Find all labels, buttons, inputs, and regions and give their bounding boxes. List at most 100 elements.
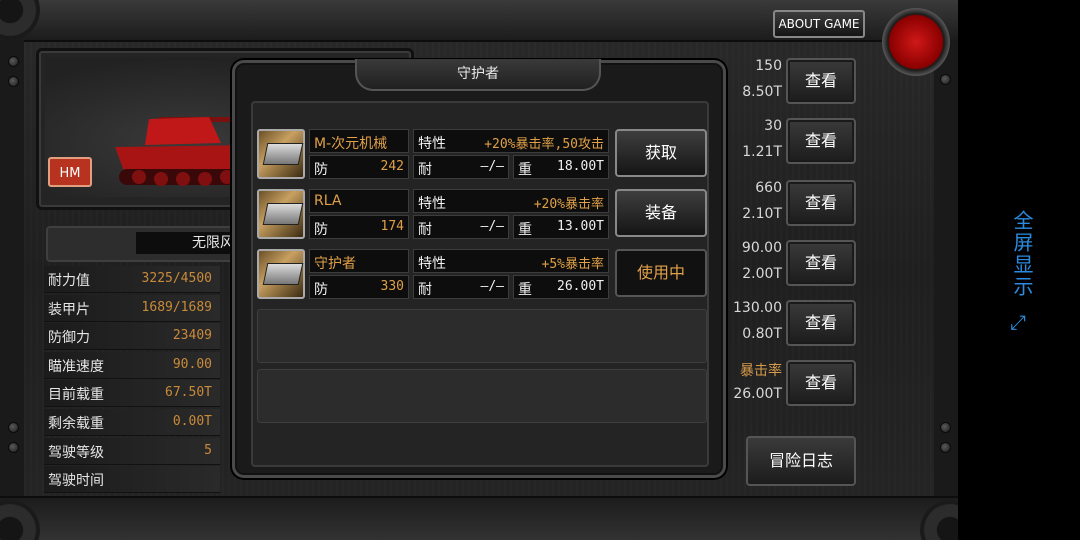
stat-row: 耐力值 3225/4500	[44, 266, 220, 293]
stat-label: 目前载重	[48, 387, 104, 404]
row-value: 130.00	[733, 300, 782, 316]
def-value: 174	[380, 219, 404, 234]
rivet	[8, 56, 19, 67]
dur-label: 耐	[418, 162, 432, 178]
dur-value: —/—	[480, 279, 504, 294]
dur-label: 耐	[418, 222, 432, 238]
stat-label: 耐力值	[48, 273, 90, 289]
fullscreen-label: 全屏显示	[1010, 210, 1034, 298]
stat-value: 67.50T	[165, 385, 212, 401]
item-name-cell: M-次元机械	[309, 129, 409, 153]
empty-slot	[257, 369, 707, 423]
trait-value: +5%暴击率	[541, 257, 604, 272]
stat-value: 5	[204, 442, 212, 458]
def-value: 330	[380, 279, 404, 294]
adventure-log-button[interactable]: 冒险日志	[746, 436, 856, 486]
row-value: 30	[764, 118, 782, 134]
empty-slot	[257, 309, 707, 363]
row-weight: 26.00T	[733, 386, 782, 402]
row-value: 660	[755, 180, 782, 196]
stat-value: 1689/1689	[141, 299, 212, 315]
weight-value: 18.00T	[557, 159, 604, 174]
row-weight: 2.10T	[742, 206, 782, 222]
about-game-button[interactable]: ABOUT GAME	[773, 10, 865, 38]
stat-row: 驾驶时间	[44, 466, 220, 494]
item-trait-cell: 特性 +20%暴击率,50攻击	[413, 129, 609, 153]
item-name-cell: 守护者	[309, 249, 409, 273]
view-button[interactable]: 查看	[786, 300, 856, 346]
item-name: 守护者	[314, 256, 356, 272]
row-weight: 2.00T	[742, 266, 782, 282]
stat-label: 装甲片	[48, 301, 90, 318]
view-button[interactable]: 查看	[786, 360, 856, 406]
modal-title-tab: 守护者	[355, 59, 601, 91]
weight-value: 26.00T	[557, 279, 604, 294]
rivet	[8, 76, 19, 87]
item-name-cell: RLA	[309, 189, 409, 213]
stat-value: 90.00	[172, 356, 212, 372]
trait-label: 特性	[418, 256, 446, 272]
view-button[interactable]: 查看	[786, 118, 856, 164]
weight-value: 13.00T	[557, 219, 604, 234]
row-weight: 1.21T	[742, 144, 782, 160]
item-def-cell: 防 330	[309, 275, 409, 299]
guardian-modal: 守护者 M-次元机械 特性 +20%暴击率,50攻击 防 242 耐 —/— 重 18.…	[232, 59, 726, 478]
item-list: M-次元机械 特性 +20%暴击率,50攻击 防 242 耐 —/— 重 18.00T …	[251, 101, 709, 467]
item-dur-cell: 耐 —/—	[413, 155, 509, 179]
stat-label: 防御力	[48, 330, 90, 347]
trait-label: 特性	[418, 136, 446, 152]
def-value: 242	[380, 159, 404, 174]
def-label: 防	[314, 282, 328, 298]
game-screen: HM 无限风 耐力值 3225/4500 装甲片 1689/1689 防御力 2340…	[0, 0, 958, 540]
expand-icon: ⤢	[1010, 310, 1026, 334]
item-dur-cell: 耐 —/—	[413, 275, 509, 299]
stat-row: 装甲片 1689/1689	[44, 294, 220, 322]
row-value: 90.00	[741, 240, 782, 256]
stat-label: 瞄准速度	[48, 358, 104, 375]
rivet	[940, 74, 951, 85]
item-icon	[257, 189, 305, 239]
stat-label: 驾驶等级	[48, 444, 104, 461]
stat-row: 剩余载重 0.00T	[44, 408, 220, 436]
fullscreen-toggle[interactable]: 全屏显示 ⤢	[1000, 210, 1040, 340]
view-button[interactable]: 查看	[786, 58, 856, 104]
view-button[interactable]: 查看	[786, 180, 856, 226]
list-item: 守护者 特性 +5%暴击率 防 330 耐 —/— 重 26.00T 使用中	[257, 247, 707, 301]
dur-value: —/—	[480, 219, 504, 234]
item-weight-cell: 重 13.00T	[513, 215, 609, 239]
trait-value: +20%暴击率,50攻击	[484, 137, 604, 152]
rivet	[8, 422, 19, 433]
weight-label: 重	[518, 222, 532, 238]
stat-label: 驾驶时间	[48, 473, 104, 490]
view-button[interactable]: 查看	[786, 240, 856, 286]
obtain-button[interactable]: 获取	[615, 129, 707, 177]
trait-value: +20%暴击率	[533, 197, 604, 212]
item-weight-cell: 重 26.00T	[513, 275, 609, 299]
stat-row: 目前载重 67.50T	[44, 380, 220, 408]
item-icon	[257, 249, 305, 299]
equip-button[interactable]: 装备	[615, 189, 707, 237]
hm-badge[interactable]: HM	[48, 157, 92, 187]
trait-label: 特性	[418, 196, 446, 212]
rivet	[8, 442, 19, 453]
item-def-cell: 防 174	[309, 215, 409, 239]
bottom-frame	[0, 496, 958, 540]
rivet	[940, 422, 951, 433]
stat-value: 23409	[172, 328, 212, 344]
item-dur-cell: 耐 —/—	[413, 215, 509, 239]
weight-label: 重	[518, 162, 532, 178]
rivet	[940, 442, 951, 453]
red-action-button[interactable]	[882, 8, 950, 76]
item-trait-cell: 特性 +5%暴击率	[413, 249, 609, 273]
weight-label: 重	[518, 282, 532, 298]
item-trait-cell: 特性 +20%暴击率	[413, 189, 609, 213]
list-item: RLA 特性 +20%暴击率 防 174 耐 —/— 重 13.00T 装备	[257, 187, 707, 241]
item-def-cell: 防 242	[309, 155, 409, 179]
in-use-button[interactable]: 使用中	[615, 249, 707, 297]
stat-row: 瞄准速度 90.00	[44, 351, 220, 379]
stat-value: 3225/4500	[141, 271, 212, 286]
row-value: 暴击率	[740, 363, 782, 379]
item-weight-cell: 重 18.00T	[513, 155, 609, 179]
stats-list: 耐力值 3225/4500 装甲片 1689/1689 防御力 23409 瞄准速度 9…	[44, 266, 220, 495]
item-icon	[257, 129, 305, 179]
